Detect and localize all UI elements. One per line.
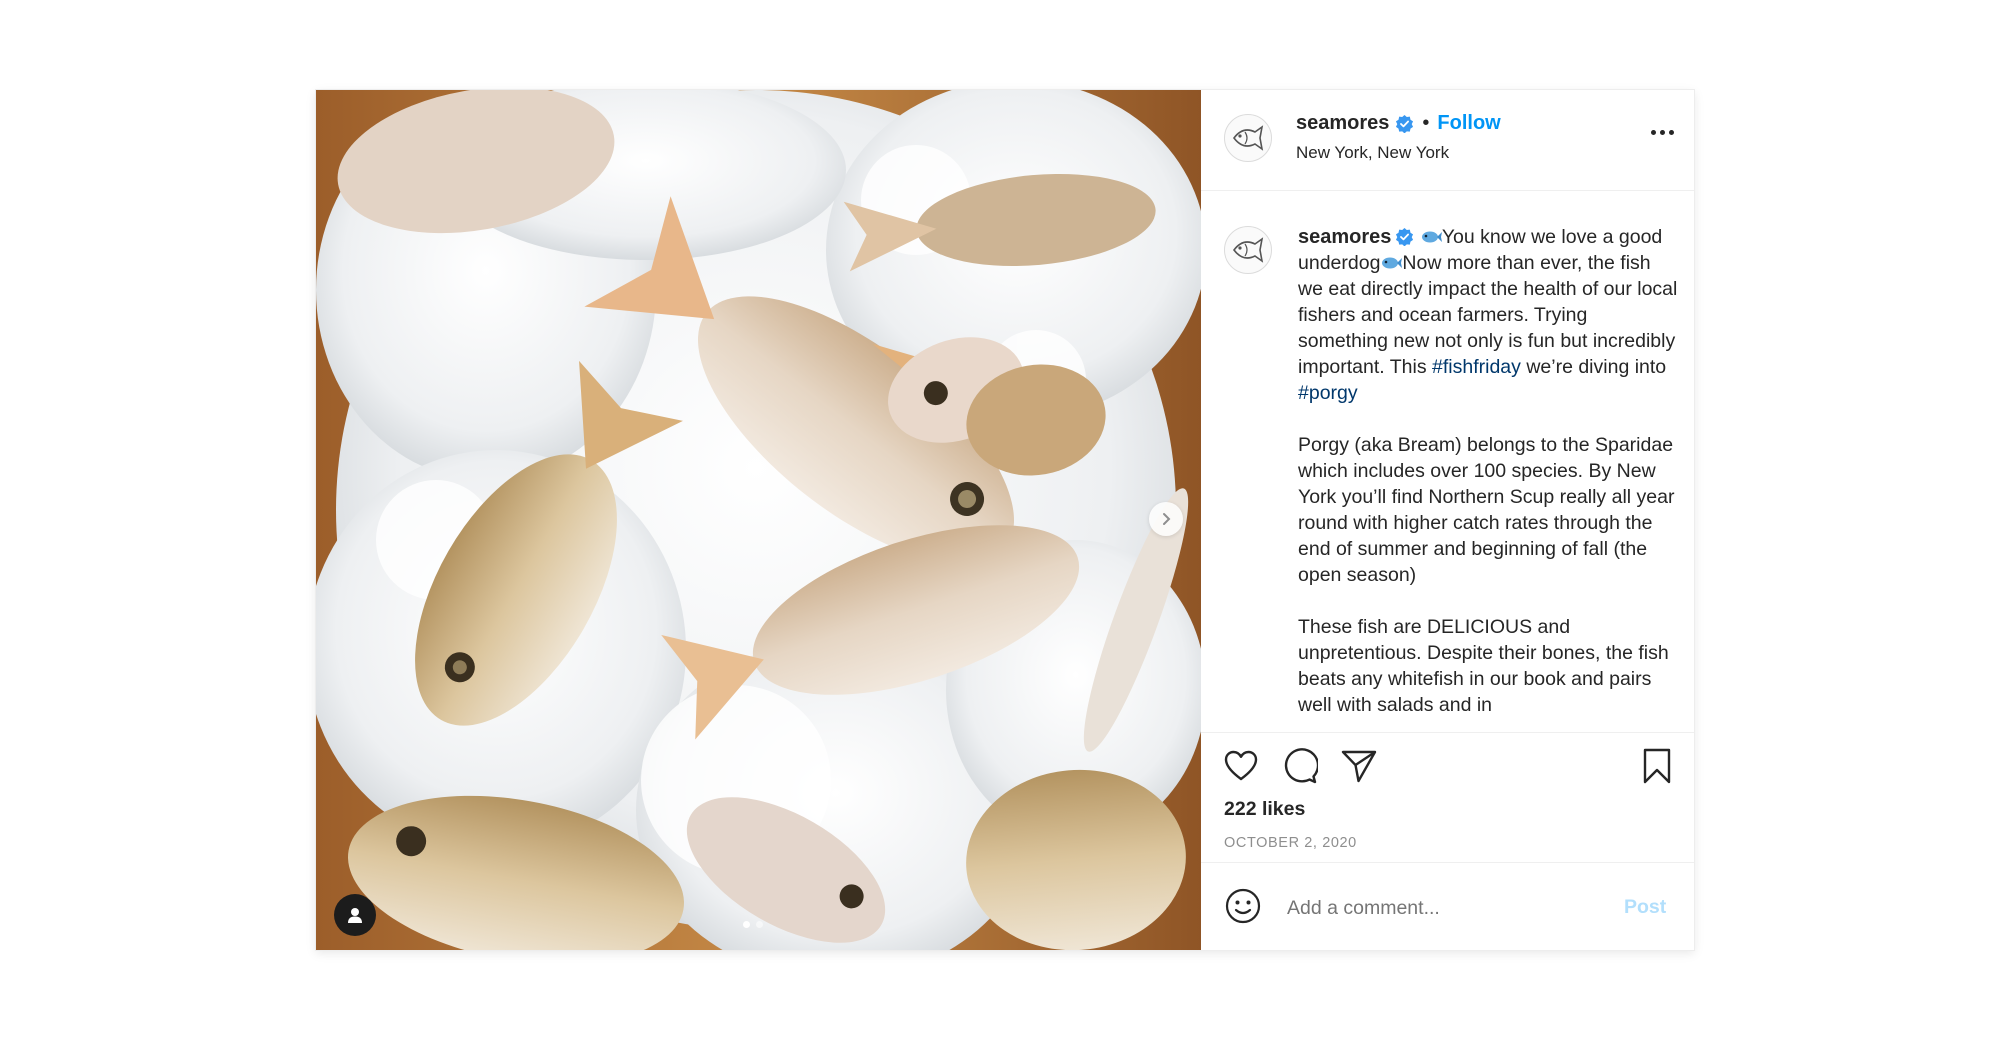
caption-paragraph-3: These fish are DELICIOUS and unpretentio… bbox=[1298, 616, 1675, 716]
comment-icon bbox=[1284, 748, 1318, 784]
post-side-panel: seamores • Follow New York, New York sea… bbox=[1201, 90, 1694, 950]
caption-scroll-area[interactable]: seamores You know we love a good underdo… bbox=[1201, 191, 1694, 731]
hashtag-fishfriday[interactable]: #fishfriday bbox=[1432, 356, 1521, 378]
verified-badge-icon bbox=[1395, 114, 1414, 133]
emoji-icon bbox=[1225, 888, 1261, 924]
likes-count[interactable]: 222 likes bbox=[1224, 798, 1305, 821]
heart-icon bbox=[1224, 750, 1258, 781]
fish-on-ice-photo bbox=[316, 90, 1201, 950]
caption-paragraph-2: Porgy (aka Bream) belongs to the Sparida… bbox=[1298, 434, 1680, 586]
save-button[interactable] bbox=[1637, 746, 1677, 786]
carousel-indicator bbox=[743, 921, 763, 928]
follow-button[interactable]: Follow bbox=[1437, 112, 1500, 135]
comment-button[interactable] bbox=[1280, 746, 1320, 786]
post-header: seamores • Follow New York, New York bbox=[1201, 90, 1694, 191]
location-link[interactable]: New York, New York bbox=[1296, 143, 1449, 163]
carousel-dot bbox=[756, 921, 763, 928]
post-comment-button[interactable]: Post bbox=[1624, 896, 1666, 919]
fish-emoji-icon bbox=[1421, 231, 1442, 243]
verified-badge-icon bbox=[1395, 227, 1414, 246]
separator-dot: • bbox=[1422, 112, 1430, 134]
chevron-right-icon bbox=[1163, 513, 1171, 525]
carousel-dot-active bbox=[743, 921, 750, 928]
share-icon bbox=[1341, 750, 1377, 783]
comment-divider bbox=[1201, 862, 1694, 863]
hashtag-porgy[interactable]: #porgy bbox=[1298, 382, 1358, 404]
like-button[interactable] bbox=[1221, 746, 1261, 786]
caption-text-1c: we’re diving into bbox=[1520, 356, 1672, 378]
carousel-next-button[interactable] bbox=[1149, 502, 1183, 536]
more-options-icon[interactable] bbox=[1649, 124, 1676, 141]
post-card: seamores • Follow New York, New York sea… bbox=[316, 90, 1694, 950]
header-username-row: seamores • Follow bbox=[1296, 112, 1501, 135]
action-bar-divider bbox=[1201, 732, 1694, 733]
share-button[interactable] bbox=[1339, 746, 1379, 786]
fish-logo-icon bbox=[1232, 237, 1264, 263]
post-caption: seamores You know we love a good underdo… bbox=[1298, 224, 1678, 718]
caption-avatar[interactable] bbox=[1224, 226, 1272, 274]
caption-username[interactable]: seamores bbox=[1298, 226, 1391, 248]
emoji-button[interactable] bbox=[1223, 886, 1263, 926]
username-link[interactable]: seamores bbox=[1296, 112, 1389, 135]
avatar[interactable] bbox=[1224, 114, 1272, 162]
comment-input[interactable] bbox=[1285, 890, 1589, 926]
user-tag-icon bbox=[348, 908, 362, 923]
tagged-users-button[interactable] bbox=[334, 894, 376, 936]
post-image[interactable] bbox=[316, 90, 1201, 950]
fish-emoji-icon bbox=[1382, 257, 1403, 269]
fish-logo-icon bbox=[1232, 125, 1264, 151]
post-date[interactable]: OCTOBER 2, 2020 bbox=[1224, 835, 1357, 851]
bookmark-icon bbox=[1643, 748, 1671, 784]
